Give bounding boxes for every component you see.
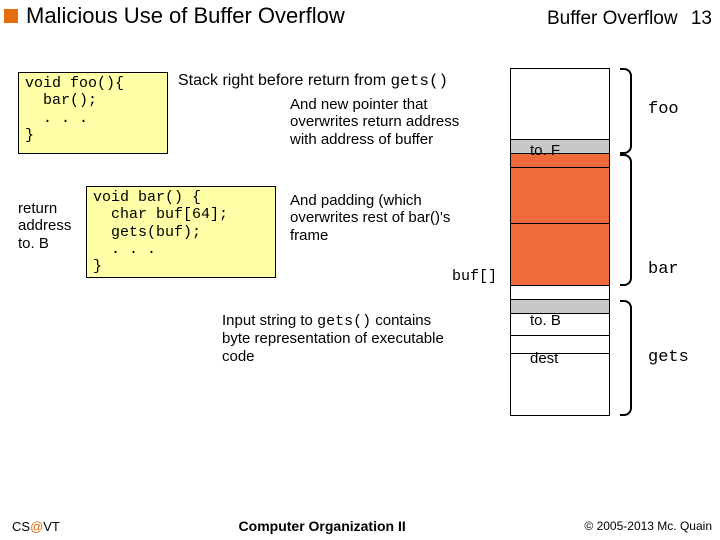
footer-center: Computer Organization II: [239, 518, 406, 534]
code-foo: void foo(){ bar(); . . . }: [18, 72, 168, 154]
annotation-pointer: And new pointer that overwrites return a…: [290, 96, 490, 148]
brace-foo: [620, 68, 632, 154]
label-toB: to. B: [530, 312, 561, 329]
stack-caption: Stack right before return from gets(): [178, 72, 448, 90]
stack-seg-buf: [510, 224, 610, 286]
stack-caption-a: Stack right before return from: [178, 72, 391, 89]
footer-left: CS@VT: [12, 519, 60, 534]
code-bar: void bar() { char buf[64]; gets(buf); . …: [86, 186, 276, 278]
title-bullet: [4, 9, 18, 23]
footer-cs: CS: [12, 519, 30, 534]
page-number: 13: [691, 8, 712, 29]
brace-foo-label: foo: [648, 100, 679, 119]
annotation-padding: And padding (which overwrites rest of ba…: [290, 192, 490, 244]
annotation-input-b: gets(): [317, 313, 371, 330]
stack-seg-dest: [510, 336, 610, 354]
annotation-input-a: Input string to: [222, 312, 317, 329]
annotation-input: Input string to gets() contains byte rep…: [222, 312, 452, 365]
brace-bar-label: bar: [648, 260, 679, 279]
stack-caption-b: gets(): [391, 72, 449, 90]
footer: CS@VT Computer Organization II © 2005-20…: [0, 516, 720, 540]
header-section: Buffer Overflow 13: [547, 8, 712, 30]
stack-diagram: [510, 68, 610, 416]
stack-seg-gets-body: [510, 354, 610, 416]
footer-at: @: [30, 519, 43, 534]
brace-bar: [620, 154, 632, 286]
stack-seg-foo-top: [510, 68, 610, 140]
brace-gets: [620, 300, 632, 416]
header-section-text: Buffer Overflow: [547, 8, 678, 29]
page-title: Malicious Use of Buffer Overflow: [26, 3, 345, 29]
footer-copyright: © 2005-2013 Mc. Quain: [584, 519, 712, 533]
stack-seg-gap1: [510, 286, 610, 300]
footer-vt: VT: [43, 519, 60, 534]
stack-seg-overwrite-pad: [510, 168, 610, 224]
label-dest: dest: [530, 350, 558, 367]
label-toF: to. F: [530, 142, 560, 159]
brace-gets-label: gets: [648, 348, 689, 367]
slide-content: void foo(){ bar(); . . . } Stack right b…: [0, 32, 720, 540]
label-buf: buf[]: [452, 268, 497, 285]
return-address-label: return address to. B: [18, 200, 71, 252]
